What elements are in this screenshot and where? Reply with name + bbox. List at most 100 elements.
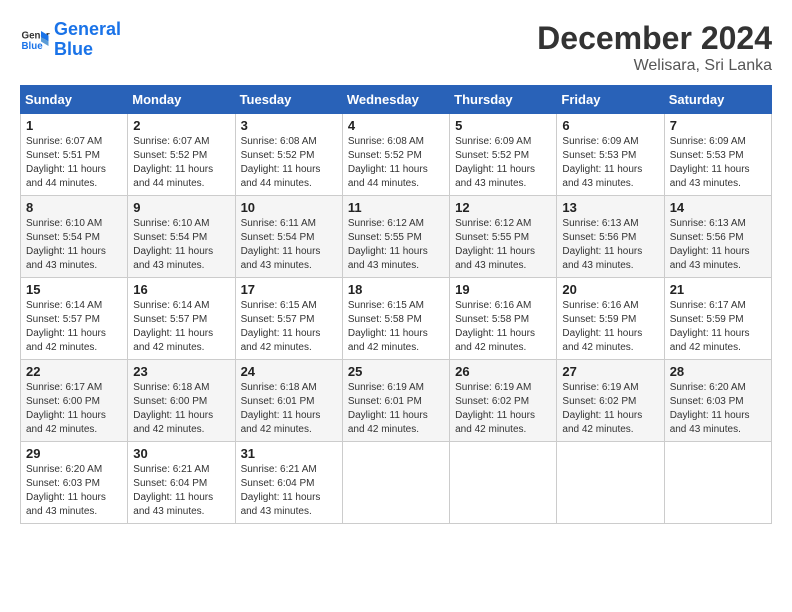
day-number: 12: [455, 200, 551, 215]
calendar-cell: 22 Sunrise: 6:17 AMSunset: 6:00 PMDayligh…: [21, 360, 128, 442]
logo-text-line2: Blue: [54, 40, 121, 60]
day-number: 26: [455, 364, 551, 379]
title-section: December 2024 Welisara, Sri Lanka: [537, 20, 772, 75]
day-number: 23: [133, 364, 229, 379]
day-detail: Sunrise: 6:18 AMSunset: 6:01 PMDaylight:…: [241, 381, 337, 437]
calendar-cell: 19 Sunrise: 6:16 AMSunset: 5:58 PMDayligh…: [450, 278, 557, 360]
day-detail: Sunrise: 6:12 AMSunset: 5:55 PMDaylight:…: [348, 217, 444, 273]
day-number: 18: [348, 282, 444, 297]
calendar-cell: 29 Sunrise: 6:20 AMSunset: 6:03 PMDayligh…: [21, 442, 128, 524]
calendar-cell: 28 Sunrise: 6:20 AMSunset: 6:03 PMDayligh…: [664, 360, 771, 442]
day-number: 19: [455, 282, 551, 297]
day-detail: Sunrise: 6:09 AMSunset: 5:53 PMDaylight:…: [562, 135, 658, 191]
day-detail: Sunrise: 6:17 AMSunset: 5:59 PMDaylight:…: [670, 299, 766, 355]
calendar-cell: 8 Sunrise: 6:10 AMSunset: 5:54 PMDaylight…: [21, 196, 128, 278]
calendar-cell: 9 Sunrise: 6:10 AMSunset: 5:54 PMDaylight…: [128, 196, 235, 278]
calendar-cell: 26 Sunrise: 6:19 AMSunset: 6:02 PMDayligh…: [450, 360, 557, 442]
day-number: 22: [26, 364, 122, 379]
day-detail: Sunrise: 6:07 AMSunset: 5:51 PMDaylight:…: [26, 135, 122, 191]
day-number: 24: [241, 364, 337, 379]
weekday-header-friday: Friday: [557, 86, 664, 114]
day-number: 7: [670, 118, 766, 133]
day-detail: Sunrise: 6:20 AMSunset: 6:03 PMDaylight:…: [670, 381, 766, 437]
calendar-cell: 11Sunrise: 6:12 AMSunset: 5:55 PMDayligh…: [342, 196, 449, 278]
day-detail: Sunrise: 6:19 AMSunset: 6:01 PMDaylight:…: [348, 381, 444, 437]
day-detail: Sunrise: 6:15 AMSunset: 5:58 PMDaylight:…: [348, 299, 444, 355]
day-detail: Sunrise: 6:09 AMSunset: 5:53 PMDaylight:…: [670, 135, 766, 191]
day-detail: Sunrise: 6:16 AMSunset: 5:58 PMDaylight:…: [455, 299, 551, 355]
month-title: December 2024: [537, 20, 772, 57]
day-number: 3: [241, 118, 337, 133]
day-detail: Sunrise: 6:16 AMSunset: 5:59 PMDaylight:…: [562, 299, 658, 355]
calendar-cell: 15Sunrise: 6:14 AMSunset: 5:57 PMDayligh…: [21, 278, 128, 360]
calendar-cell: [664, 442, 771, 524]
day-detail: Sunrise: 6:09 AMSunset: 5:52 PMDaylight:…: [455, 135, 551, 191]
calendar-cell: 2 Sunrise: 6:07 AMSunset: 5:52 PMDaylight…: [128, 114, 235, 196]
day-number: 25: [348, 364, 444, 379]
calendar-cell: [342, 442, 449, 524]
day-detail: Sunrise: 6:18 AMSunset: 6:00 PMDaylight:…: [133, 381, 229, 437]
calendar-week-4: 22 Sunrise: 6:17 AMSunset: 6:00 PMDayligh…: [21, 360, 772, 442]
day-number: 4: [348, 118, 444, 133]
day-number: 9: [133, 200, 229, 215]
day-number: 14: [670, 200, 766, 215]
calendar-cell: 27Sunrise: 6:19 AMSunset: 6:02 PMDayligh…: [557, 360, 664, 442]
day-number: 5: [455, 118, 551, 133]
day-number: 1: [26, 118, 122, 133]
calendar-cell: 7 Sunrise: 6:09 AMSunset: 5:53 PMDaylight…: [664, 114, 771, 196]
day-detail: Sunrise: 6:21 AMSunset: 6:04 PMDaylight:…: [133, 463, 229, 519]
page-header: General Blue General Blue December 2024 …: [20, 20, 772, 75]
day-detail: Sunrise: 6:14 AMSunset: 5:57 PMDaylight:…: [133, 299, 229, 355]
day-detail: Sunrise: 6:21 AMSunset: 6:04 PMDaylight:…: [241, 463, 337, 519]
day-detail: Sunrise: 6:20 AMSunset: 6:03 PMDaylight:…: [26, 463, 122, 519]
logo: General Blue General Blue: [20, 20, 121, 60]
calendar-cell: 21 Sunrise: 6:17 AMSunset: 5:59 PMDayligh…: [664, 278, 771, 360]
calendar-cell: 12Sunrise: 6:12 AMSunset: 5:55 PMDayligh…: [450, 196, 557, 278]
calendar-table: SundayMondayTuesdayWednesdayThursdayFrid…: [20, 85, 772, 524]
day-number: 31: [241, 446, 337, 461]
day-detail: Sunrise: 6:10 AMSunset: 5:54 PMDaylight:…: [26, 217, 122, 273]
day-detail: Sunrise: 6:10 AMSunset: 5:54 PMDaylight:…: [133, 217, 229, 273]
day-number: 17: [241, 282, 337, 297]
day-number: 6: [562, 118, 658, 133]
weekday-header-sunday: Sunday: [21, 86, 128, 114]
calendar-cell: 3 Sunrise: 6:08 AMSunset: 5:52 PMDaylight…: [235, 114, 342, 196]
calendar-cell: 4Sunrise: 6:08 AMSunset: 5:52 PMDaylight…: [342, 114, 449, 196]
calendar-week-5: 29 Sunrise: 6:20 AMSunset: 6:03 PMDayligh…: [21, 442, 772, 524]
day-number: 15: [26, 282, 122, 297]
calendar-week-3: 15 Sunrise: 6:14 AMSunset: 5:57 PMDayligh…: [21, 278, 772, 360]
calendar-cell: 13 Sunrise: 6:13 AMSunset: 5:56 PMDayligh…: [557, 196, 664, 278]
calendar-cell: 6 Sunrise: 6:09 AMSunset: 5:53 PMDaylight…: [557, 114, 664, 196]
day-detail: Sunrise: 6:07 AMSunset: 5:52 PMDaylight:…: [133, 135, 229, 191]
day-number: 8: [26, 200, 122, 215]
location-title: Welisara, Sri Lanka: [537, 57, 772, 75]
day-number: 21: [670, 282, 766, 297]
calendar-cell: [450, 442, 557, 524]
day-number: 13: [562, 200, 658, 215]
calendar-cell: 20 Sunrise: 6:16 AMSunset: 5:59 PMDayligh…: [557, 278, 664, 360]
day-detail: Sunrise: 6:19 AMSunset: 6:02 PMDaylight:…: [455, 381, 551, 437]
calendar-header-row: SundayMondayTuesdayWednesdayThursdayFrid…: [21, 86, 772, 114]
calendar-cell: 16Sunrise: 6:14 AMSunset: 5:57 PMDayligh…: [128, 278, 235, 360]
day-number: 28: [670, 364, 766, 379]
day-number: 2: [133, 118, 229, 133]
logo-text-line1: General: [54, 20, 121, 40]
day-detail: Sunrise: 6:08 AMSunset: 5:52 PMDaylight:…: [241, 135, 337, 191]
calendar-cell: 25 Sunrise: 6:19 AMSunset: 6:01 PMDayligh…: [342, 360, 449, 442]
day-number: 29: [26, 446, 122, 461]
day-detail: Sunrise: 6:17 AMSunset: 6:00 PMDaylight:…: [26, 381, 122, 437]
calendar-cell: 14 Sunrise: 6:13 AMSunset: 5:56 PMDayligh…: [664, 196, 771, 278]
calendar-cell: 24 Sunrise: 6:18 AMSunset: 6:01 PMDayligh…: [235, 360, 342, 442]
calendar-cell: 30 Sunrise: 6:21 AMSunset: 6:04 PMDayligh…: [128, 442, 235, 524]
svg-text:Blue: Blue: [22, 41, 44, 52]
day-number: 20: [562, 282, 658, 297]
calendar-cell: 31 Sunrise: 6:21 AMSunset: 6:04 PMDayligh…: [235, 442, 342, 524]
day-detail: Sunrise: 6:11 AMSunset: 5:54 PMDaylight:…: [241, 217, 337, 273]
calendar-week-2: 8 Sunrise: 6:10 AMSunset: 5:54 PMDaylight…: [21, 196, 772, 278]
day-detail: Sunrise: 6:13 AMSunset: 5:56 PMDaylight:…: [670, 217, 766, 273]
weekday-header-thursday: Thursday: [450, 86, 557, 114]
calendar-cell: 17Sunrise: 6:15 AMSunset: 5:57 PMDayligh…: [235, 278, 342, 360]
day-number: 30: [133, 446, 229, 461]
calendar-cell: 5 Sunrise: 6:09 AMSunset: 5:52 PMDaylight…: [450, 114, 557, 196]
day-detail: Sunrise: 6:13 AMSunset: 5:56 PMDaylight:…: [562, 217, 658, 273]
